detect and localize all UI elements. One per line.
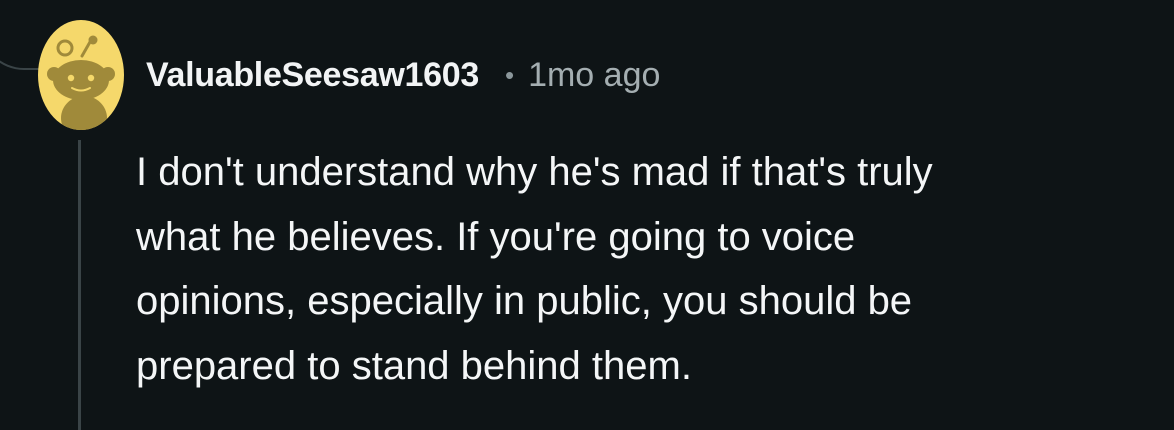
- comment-body-line: I don't understand why he's mad if that'…: [136, 150, 933, 194]
- comment-card: ValuableSeesaw1603 • 1mo ago I don't und…: [0, 0, 1174, 430]
- comment-body-line: what he believes. If you're going to voi…: [136, 214, 856, 259]
- reddit-snoo-avatar-icon: [38, 20, 124, 130]
- comment-header: ValuableSeesaw1603 • 1mo ago: [146, 52, 660, 98]
- comment-body-line: prepared to stand behind them.: [136, 343, 692, 388]
- comment-body: I don't understand why he's mad if that'…: [136, 140, 1156, 398]
- comment-thread-line[interactable]: [78, 140, 81, 430]
- username-link[interactable]: ValuableSeesaw1603: [146, 56, 479, 95]
- user-avatar[interactable]: [38, 20, 124, 130]
- comment-body-line: opinions, especially in public, you shou…: [136, 279, 913, 323]
- parent-thread-connector: [0, 0, 40, 70]
- meta-separator: •: [504, 59, 515, 90]
- comment-timestamp[interactable]: 1mo ago: [528, 56, 660, 95]
